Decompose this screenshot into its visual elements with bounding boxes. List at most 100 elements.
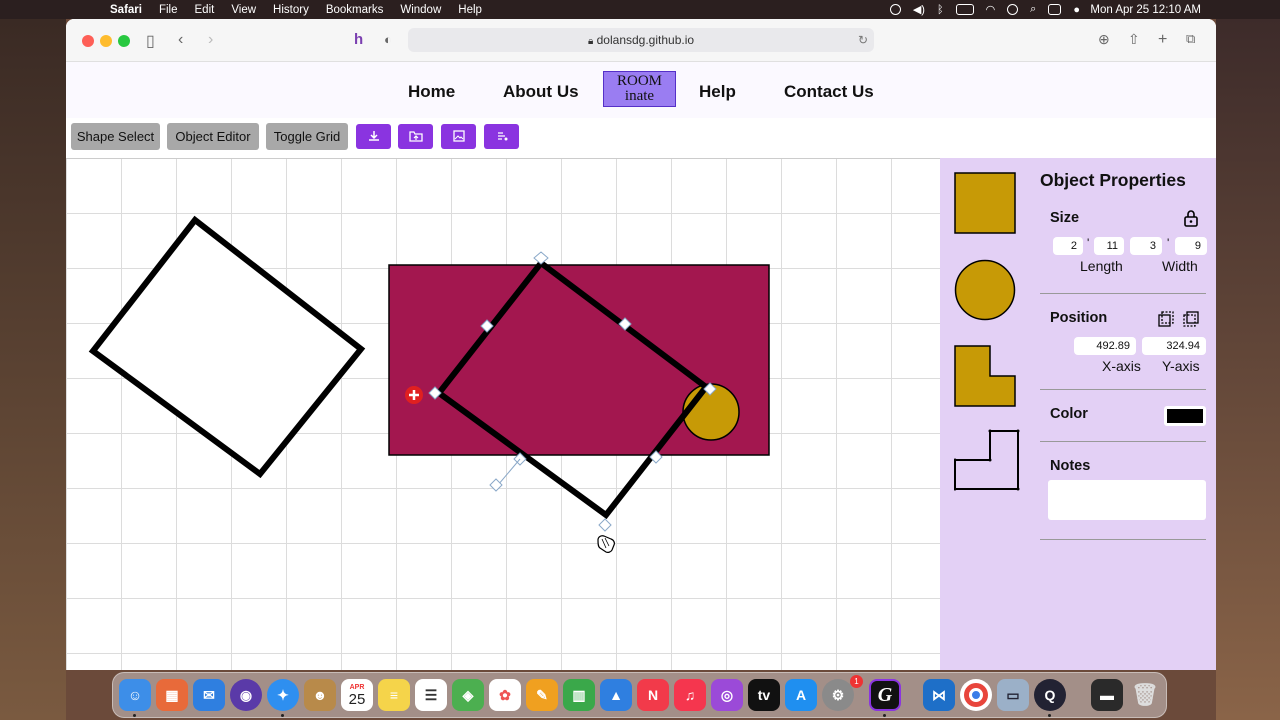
back-icon[interactable]: ‹ <box>178 31 183 49</box>
nav-about[interactable]: About Us <box>503 82 579 102</box>
share-button[interactable] <box>484 124 519 149</box>
hand-cursor-icon <box>597 535 615 553</box>
siri-icon[interactable]: ● <box>1073 4 1080 16</box>
lock-icon[interactable] <box>1183 209 1199 227</box>
menu-clock[interactable]: Mon Apr 25 12:10 AM <box>1090 4 1201 16</box>
nav-contact[interactable]: Contact Us <box>784 82 874 102</box>
volume-icon[interactable]: ◀) <box>913 3 925 16</box>
grammarly-icon[interactable]: G <box>869 679 901 711</box>
menu-app-name[interactable]: Safari <box>110 4 142 16</box>
notification-badge: 1 <box>850 675 863 688</box>
download-button[interactable] <box>356 124 391 149</box>
divider <box>1040 293 1206 294</box>
quicktime-icon[interactable]: Q <box>1034 679 1066 711</box>
mail-icon[interactable]: ✉ <box>193 679 225 711</box>
url-text: dolansdg.github.io <box>596 33 695 47</box>
width-feet-input[interactable]: 3 <box>1130 237 1162 255</box>
pages-icon[interactable]: ✎ <box>526 679 558 711</box>
object-editor-button[interactable]: Object Editor <box>167 123 259 150</box>
music-icon[interactable]: ♫ <box>674 679 706 711</box>
zoom-button[interactable] <box>118 35 130 47</box>
numbers-icon[interactable]: ▥ <box>563 679 595 711</box>
width-inches-input[interactable]: 9 <box>1175 237 1207 255</box>
menu-history[interactable]: History <box>273 4 309 16</box>
shield-icon[interactable]: ◐ <box>384 32 392 47</box>
minimize-button[interactable] <box>100 35 112 47</box>
keynote-icon[interactable]: ▲ <box>600 679 632 711</box>
trash-icon[interactable]: 🗑︎ <box>1129 679 1161 711</box>
control-center-icon[interactable] <box>1048 4 1062 15</box>
upload-button[interactable] <box>398 124 433 149</box>
menu-file[interactable]: File <box>159 4 178 16</box>
notes-textarea[interactable] <box>1048 480 1206 520</box>
size-label: Size <box>1050 210 1080 226</box>
wifi-icon[interactable]: ◠ <box>986 3 996 16</box>
maps-icon[interactable]: ◈ <box>452 679 484 711</box>
menu-bar: Safari File Edit View History Bookmarks … <box>0 0 1280 19</box>
canvas-drawing[interactable] <box>66 159 940 670</box>
rotate-handle[interactable] <box>489 478 503 492</box>
image-export-button[interactable] <box>441 124 476 149</box>
download-status-icon[interactable]: ⊕ <box>1098 31 1110 48</box>
chrome-icon[interactable] <box>960 679 992 711</box>
site-navbar: Home About Us ROOM inate Help Contact Us <box>66 62 1216 118</box>
design-canvas[interactable] <box>66 158 940 670</box>
safari-icon[interactable]: ✦ <box>267 679 299 711</box>
preview-icon[interactable]: ▭ <box>997 679 1029 711</box>
menu-window[interactable]: Window <box>400 4 441 16</box>
menu-view[interactable]: View <box>231 4 256 16</box>
user-icon[interactable] <box>1007 4 1019 15</box>
siri-app-icon[interactable]: ◉ <box>230 679 262 711</box>
handle-top[interactable] <box>533 251 549 265</box>
close-button[interactable] <box>82 35 94 47</box>
sidebar-icon[interactable]: ▯ <box>146 31 155 51</box>
vscode-icon[interactable]: ⋈ <box>923 679 955 711</box>
tab-overview-icon[interactable]: ⧉ <box>1186 31 1195 47</box>
bluetooth-icon[interactable]: ᛒ <box>937 4 944 16</box>
l-shape-outline-option[interactable] <box>954 429 1020 491</box>
outline-rectangle-shape[interactable] <box>88 215 366 479</box>
photos-icon[interactable]: ✿ <box>489 679 521 711</box>
length-feet-input[interactable]: 2 <box>1053 237 1083 255</box>
site-logo[interactable]: ROOM inate <box>603 71 676 107</box>
toggle-grid-button[interactable]: Toggle Grid <box>266 123 348 150</box>
reminders-icon[interactable]: ☰ <box>415 679 447 711</box>
paste-position-icon[interactable] <box>1183 311 1200 327</box>
podcasts-icon[interactable]: ◎ <box>711 679 743 711</box>
extension-icon[interactable]: h <box>354 31 363 48</box>
new-tab-icon[interactable]: + <box>1158 31 1167 49</box>
circle-shape-option[interactable] <box>954 259 1016 321</box>
menu-edit[interactable]: Edit <box>195 4 215 16</box>
l-shape-filled-option[interactable] <box>954 345 1016 407</box>
share-link-icon <box>497 132 507 141</box>
launchpad-icon[interactable]: ▦ <box>156 679 188 711</box>
contacts-icon[interactable]: ☻ <box>304 679 336 711</box>
finder-icon[interactable]: ☺ <box>119 679 151 711</box>
handle-bottom[interactable] <box>598 518 612 532</box>
square-shape-option[interactable] <box>954 172 1016 234</box>
system-preferences-icon[interactable]: ⚙ <box>822 679 854 711</box>
y-position-input[interactable]: 324.94 <box>1142 337 1206 355</box>
notes-app-icon[interactable]: ≡ <box>378 679 410 711</box>
menu-bookmarks[interactable]: Bookmarks <box>326 4 384 16</box>
search-icon[interactable]: ⌕ <box>1030 3 1036 16</box>
share-icon[interactable]: ⇧ <box>1128 31 1140 48</box>
nav-help[interactable]: Help <box>699 82 736 102</box>
calendar-icon[interactable]: APR 25 <box>341 679 373 711</box>
address-bar[interactable]: 🔒︎ dolansdg.github.io ↻ <box>408 28 874 52</box>
tv-icon[interactable]: tv <box>748 679 780 711</box>
app-store-icon[interactable]: A <box>785 679 817 711</box>
color-picker[interactable] <box>1164 406 1206 426</box>
shape-select-button[interactable]: Shape Select <box>71 123 160 150</box>
downloads-stack-icon[interactable]: ▬ <box>1091 679 1123 711</box>
length-inches-input[interactable]: 11 <box>1094 237 1124 255</box>
copy-position-icon[interactable] <box>1158 311 1175 327</box>
x-position-input[interactable]: 492.89 <box>1074 337 1136 355</box>
news-icon[interactable]: N <box>637 679 669 711</box>
forward-icon[interactable]: › <box>208 31 213 49</box>
battery-icon[interactable] <box>955 4 974 15</box>
reload-icon[interactable]: ↻ <box>858 28 868 52</box>
record-icon[interactable] <box>889 4 901 15</box>
menu-help[interactable]: Help <box>458 4 482 16</box>
nav-home[interactable]: Home <box>408 82 455 102</box>
